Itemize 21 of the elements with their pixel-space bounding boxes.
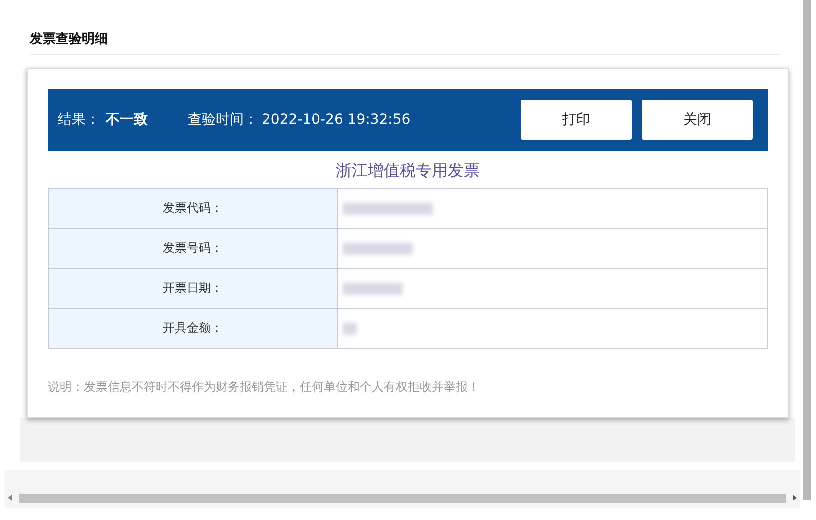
scroll-left-icon[interactable] [8,493,12,503]
result-label: 结果： [58,111,100,129]
field-label: 发票号码： [49,229,338,268]
redacted-value [343,322,357,334]
action-button[interactable]: 打印 [521,100,632,140]
time-value: 2022-10-26 19:32:56 [262,112,411,128]
action-button[interactable]: 关闭 [642,100,753,140]
time-label: 查验时间： [188,111,258,129]
field-label: 发票代码： [49,189,338,228]
scroll-right-icon[interactable] [793,493,797,503]
page-title: 发票查验明细 [30,30,780,55]
result-value: 不一致 [106,111,148,129]
horizontal-scrollbar[interactable] [5,470,800,508]
redacted-value [343,282,403,294]
field-label: 开票日期： [49,269,338,308]
invoice-title: 浙江增值税专用发票 [335,161,481,182]
note-text: 说明：发票信息不符时不得作为财务报销凭证，任何单位和个人有权拒收并举报！ [48,379,481,396]
vertical-scrollbar[interactable] [803,0,811,500]
redacted-value [343,242,413,254]
scrollbar-thumb[interactable] [19,494,786,503]
field-label: 开具金额： [49,309,338,348]
